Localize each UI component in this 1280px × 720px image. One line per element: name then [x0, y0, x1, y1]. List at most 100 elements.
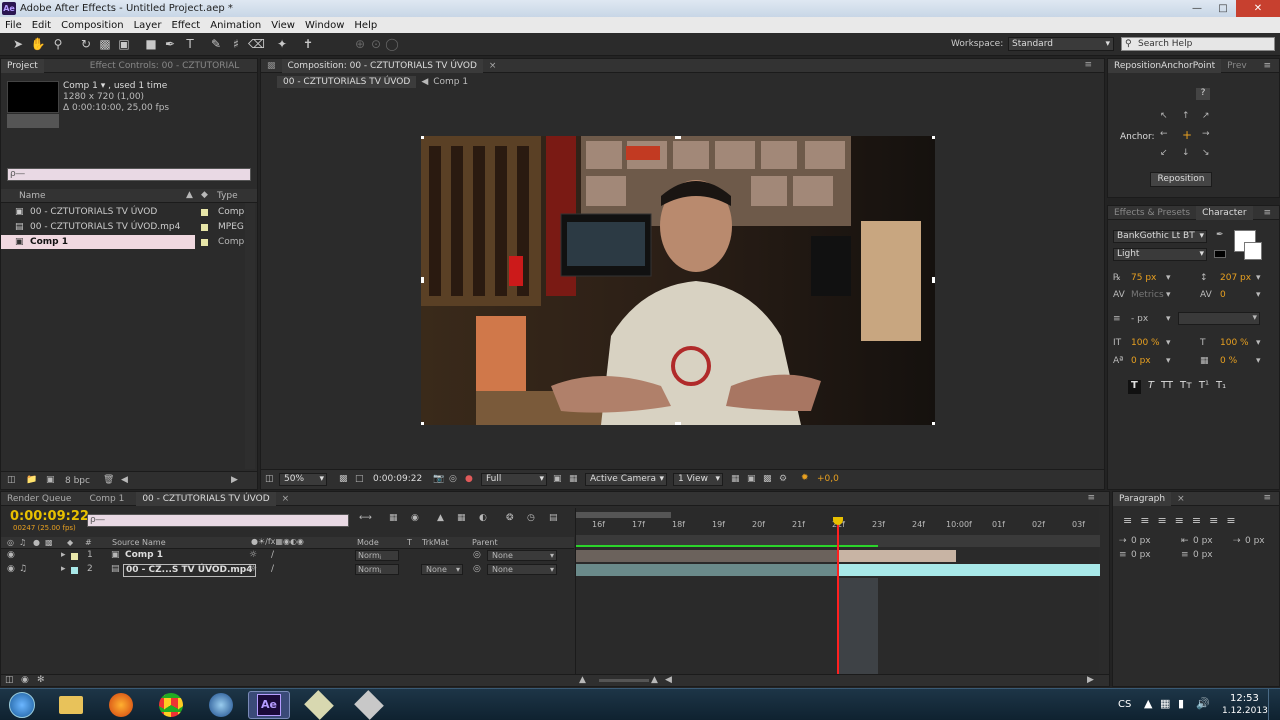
stroke-width-value[interactable]: - px	[1131, 314, 1148, 324]
network-icon[interactable]: ▦	[1160, 697, 1170, 710]
eye-icon[interactable]: ◉	[7, 550, 15, 560]
layer-name[interactable]: 00 - CZ...S TV ÚVOD.mp4	[123, 564, 256, 577]
axis-view-icon[interactable]: ◯	[384, 36, 400, 52]
stroke-color-swatch[interactable]	[1244, 242, 1262, 260]
chevron-down-icon[interactable]: ▾	[1166, 338, 1171, 348]
in-out-toggle-icon[interactable]: ✻	[37, 675, 45, 685]
label-column-icon[interactable]: ◆	[67, 538, 73, 547]
stroke-style-dropdown[interactable]: ▾	[1178, 312, 1260, 325]
explorer-taskbar-icon[interactable]	[50, 691, 92, 719]
clock-date[interactable]: 1.12.2013	[1222, 706, 1268, 716]
tsume-value[interactable]: 0 %	[1220, 356, 1237, 366]
baseline-shift-value[interactable]: 0 px	[1131, 356, 1151, 366]
column-source-name[interactable]: Source Name	[112, 538, 166, 547]
tab-composition[interactable]: Composition: 00 - CZTUTORIALS TV ÚVOD	[281, 58, 483, 73]
puppet-tool-icon[interactable]: ✝	[300, 36, 316, 52]
chevron-down-icon[interactable]: ▾	[1256, 338, 1261, 348]
chrome-taskbar-icon[interactable]	[150, 691, 192, 719]
close-icon[interactable]: ✕	[1236, 0, 1280, 17]
layer-row[interactable]: ◉ ▸ 1 ▣ Comp 1 ☼ ∕ Normⱼ ◎ None ▾	[1, 550, 574, 563]
anchor-top-left-icon[interactable]: ↖	[1160, 111, 1168, 121]
frame-blending-icon[interactable]: ▦	[457, 513, 466, 523]
chevron-down-icon[interactable]: ▾	[1166, 273, 1171, 283]
brush-tool-icon[interactable]: ✎	[208, 36, 224, 52]
project-item[interactable]: ▣ 00 - CZTUTORIALS TV ÚVOD Comp	[1, 205, 257, 219]
type-tool-icon[interactable]: T	[182, 36, 198, 52]
hand-tool-icon[interactable]: ✋	[30, 36, 46, 52]
power-icon[interactable]: ▮	[1178, 697, 1184, 710]
anchor-center-icon[interactable]: +	[1182, 128, 1192, 142]
view-layout-dropdown[interactable]: 1 View ▾	[673, 473, 723, 486]
chevron-down-icon[interactable]: ▾	[1166, 356, 1171, 366]
transform-handle[interactable]	[421, 422, 424, 425]
tab-paragraph[interactable]: Paragraph	[1113, 491, 1172, 506]
new-folder-icon[interactable]: 📁	[26, 475, 37, 485]
superscript-button[interactable]: T¹	[1199, 380, 1209, 394]
tab-character[interactable]: Character	[1196, 205, 1253, 220]
panel-menu-icon[interactable]: ≡	[1263, 208, 1271, 218]
scroll-left-icon[interactable]: ◀	[665, 675, 672, 685]
faux-italic-button[interactable]: T	[1148, 380, 1154, 394]
eraser-tool-icon[interactable]: ⌫	[248, 36, 265, 52]
label-color-swatch[interactable]	[71, 567, 78, 574]
media-taskbar-icon[interactable]	[200, 691, 242, 719]
show-desktop-button[interactable]	[1268, 689, 1280, 720]
auto-keyframe-icon[interactable]: ◷	[527, 513, 535, 523]
work-area-bar[interactable]	[576, 512, 671, 518]
transform-handle[interactable]	[932, 422, 935, 425]
justify-last-right-icon[interactable]: ≡	[1209, 514, 1218, 527]
menu-window[interactable]: Window	[300, 20, 349, 31]
menu-edit[interactable]: Edit	[27, 20, 56, 31]
close-icon[interactable]: ×	[276, 492, 296, 506]
lock-switch-icon[interactable]: ▩	[45, 538, 53, 547]
eye-icon[interactable]: ◉	[7, 564, 15, 574]
pick-whip-icon[interactable]: ◎	[473, 564, 481, 574]
camera-view-dropdown[interactable]: Active Camera ▾	[585, 473, 667, 486]
current-time-display[interactable]: 0:00:09:22	[373, 474, 422, 484]
transform-handle[interactable]	[421, 277, 424, 283]
horizontal-scale-value[interactable]: 100 %	[1220, 338, 1249, 348]
new-comp-icon[interactable]: ▣	[46, 475, 55, 485]
menu-composition[interactable]: Composition	[56, 20, 128, 31]
language-indicator[interactable]: CS	[1118, 699, 1131, 710]
layer-name[interactable]: Comp 1	[125, 550, 163, 560]
minimize-icon[interactable]: —	[1184, 0, 1210, 17]
panel-menu-icon[interactable]: ≡	[1263, 493, 1271, 503]
tab-reposition-anchor[interactable]: RepositionAnchorPoint	[1108, 58, 1222, 73]
app-taskbar-icon[interactable]	[348, 690, 390, 720]
indent-left-value[interactable]: 0 px	[1131, 536, 1151, 546]
selection-tool-icon[interactable]: ➤	[10, 36, 26, 52]
fast-preview-icon[interactable]: ▣	[553, 474, 562, 484]
transform-handle[interactable]	[932, 136, 935, 139]
composition-viewer[interactable]	[421, 136, 935, 425]
clock-time[interactable]: 12:53	[1230, 693, 1259, 704]
transform-handle[interactable]	[421, 136, 424, 139]
project-item[interactable]: ▤ 00 - CZTUTORIALS TV ÚVOD.mp4 MPEG	[1, 220, 257, 234]
tab-comp-1[interactable]: Comp 1	[83, 492, 130, 506]
solo-switch-icon[interactable]: ●	[33, 538, 40, 547]
playhead-line[interactable]	[837, 518, 839, 674]
leading-value[interactable]: 207 px	[1220, 273, 1251, 283]
indent-right-value[interactable]: 0 px	[1193, 536, 1213, 546]
help-button[interactable]: ?	[1196, 88, 1210, 100]
anchor-right-icon[interactable]: →	[1202, 129, 1210, 139]
hide-shy-layers-icon[interactable]: ▲	[437, 513, 444, 523]
breadcrumb-item[interactable]: 00 - CZTUTORIALS TV ÚVOD	[277, 75, 417, 88]
timeline-search-input[interactable]: ρ―	[87, 514, 349, 527]
zoom-in-icon[interactable]: ▲	[651, 675, 658, 685]
tab-effect-controls[interactable]: Effect Controls: 00 - CZTUTORIAL	[84, 59, 246, 73]
camera-tool-icon[interactable]: ▩	[97, 36, 113, 52]
fast-previews-icon[interactable]: ▣	[747, 474, 756, 484]
chevron-down-icon[interactable]: ▾	[1256, 273, 1261, 283]
expand-arrow-icon[interactable]: ▸	[61, 564, 66, 574]
comp-mini-flowchart-icon[interactable]: ⟷	[359, 513, 372, 523]
quality-icon[interactable]: ∕	[271, 564, 274, 574]
menu-view[interactable]: View	[266, 20, 300, 31]
scroll-right-icon[interactable]: ▶	[231, 475, 238, 485]
chevron-down-icon[interactable]: ▾	[1256, 290, 1261, 300]
faux-bold-button[interactable]: T	[1128, 380, 1141, 394]
motion-blur-icon[interactable]: ◐	[479, 513, 487, 523]
collapse-transform-icon[interactable]: ☼	[249, 564, 257, 574]
chevron-down-icon[interactable]: ▾	[1256, 356, 1261, 366]
menu-effect[interactable]: Effect	[166, 20, 205, 31]
